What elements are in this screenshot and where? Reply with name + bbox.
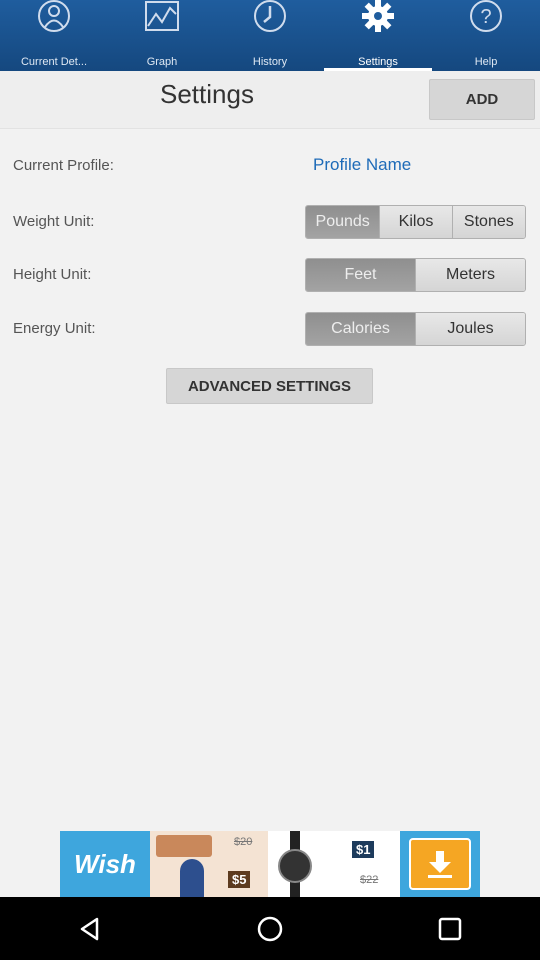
svg-text:?: ?: [480, 6, 491, 28]
energy-option-joules[interactable]: Joules: [415, 313, 525, 345]
tab-history[interactable]: History: [216, 0, 324, 71]
height-unit-label: Height Unit:: [13, 266, 92, 283]
recents-button[interactable]: [420, 899, 480, 959]
user-icon: [34, 0, 74, 40]
weight-option-kilos[interactable]: Kilos: [379, 206, 452, 238]
tab-graph[interactable]: Graph: [108, 0, 216, 71]
download-icon: [409, 838, 471, 890]
back-button[interactable]: [60, 899, 120, 959]
ad-product-watch: $1 $22: [268, 831, 400, 897]
tab-label: Help: [474, 56, 498, 68]
tab-current-details[interactable]: Current Det...: [0, 0, 108, 71]
current-profile-label: Current Profile:: [13, 157, 114, 174]
system-nav-bar: [0, 897, 540, 960]
back-icon: [80, 917, 99, 940]
tab-label: Settings: [358, 56, 398, 68]
add-button[interactable]: ADD: [429, 79, 535, 120]
weight-unit-label: Weight Unit:: [13, 213, 95, 230]
gear-icon: [358, 0, 398, 40]
page-header: Settings ADD: [0, 71, 540, 129]
top-tab-bar: Current Det... Graph History Settings ? …: [0, 0, 540, 71]
help-icon: ?: [466, 0, 506, 40]
ad-price: $5: [228, 871, 251, 888]
tab-settings[interactable]: Settings: [324, 0, 432, 71]
tab-label: Current Det...: [20, 56, 88, 68]
graph-icon: [142, 0, 182, 40]
height-unit-selector: Feet Meters: [305, 258, 526, 292]
energy-unit-label: Energy Unit:: [13, 320, 96, 337]
ad-price: $20: [234, 836, 253, 848]
profile-name-link[interactable]: Profile Name: [313, 155, 411, 175]
ad-model-image: [180, 859, 204, 897]
energy-unit-selector: Calories Joules: [305, 312, 526, 346]
height-option-feet[interactable]: Feet: [306, 259, 415, 291]
recents-icon: [438, 917, 462, 940]
advanced-settings-button[interactable]: ADVANCED SETTINGS: [166, 368, 373, 404]
tab-help[interactable]: ? Help: [432, 0, 540, 71]
energy-option-calories[interactable]: Calories: [306, 313, 415, 345]
ad-download-button[interactable]: [400, 831, 480, 897]
ad-price: $22: [360, 874, 379, 886]
ad-watch-face: [278, 849, 312, 883]
home-icon: [257, 916, 283, 941]
tab-label: History: [252, 56, 288, 68]
ad-banner[interactable]: Wish $20 $5 $1 $22: [60, 831, 480, 897]
tab-label: Graph: [146, 56, 178, 68]
clock-icon: [250, 0, 290, 40]
height-option-meters[interactable]: Meters: [415, 259, 525, 291]
weight-option-stones[interactable]: Stones: [451, 206, 525, 238]
home-button[interactable]: [240, 899, 300, 959]
ad-product-cosmetics: $20 $5: [150, 831, 268, 897]
ad-price: $1: [352, 841, 375, 858]
weight-unit-selector: Pounds Kilos Stones: [305, 205, 526, 239]
ad-product-image: [156, 835, 212, 857]
weight-option-pounds[interactable]: Pounds: [306, 206, 380, 238]
ad-brand-logo: Wish: [74, 848, 136, 879]
page-title: Settings: [160, 79, 254, 109]
